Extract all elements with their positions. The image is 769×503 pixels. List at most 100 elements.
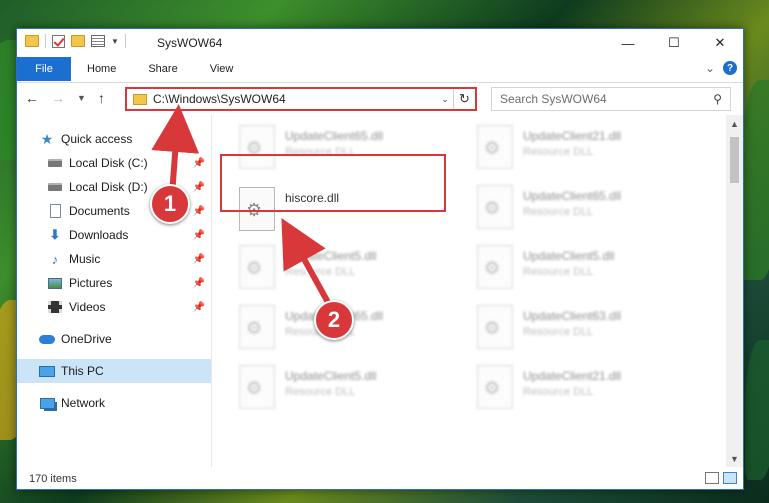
file-type: Resource DLL (285, 386, 356, 398)
properties-check-icon[interactable] (52, 34, 65, 48)
file-item[interactable]: UpdateClient21.dll Resource DLL (477, 125, 697, 177)
up-arrow-icon[interactable]: ↑ (98, 90, 105, 106)
item-count: 170 items (29, 472, 77, 485)
pin-icon[interactable]: 📌 (193, 182, 205, 193)
properties-icon[interactable] (91, 35, 105, 47)
tab-share[interactable]: Share (148, 63, 177, 75)
sidebar-item-label: Pictures (69, 276, 113, 290)
file-type: Resource DLL (523, 146, 594, 158)
refresh-icon[interactable]: ↻ (453, 89, 475, 109)
file-item[interactable]: UpdateClient5.dll Resource DLL (239, 365, 459, 417)
pin-icon[interactable]: 📌 (193, 278, 205, 289)
maximize-button[interactable]: ☐ (651, 29, 697, 57)
sidebar-item-pictures[interactable]: Pictures 📌 (17, 271, 211, 295)
documents-icon (47, 204, 63, 218)
sidebar-item-downloads[interactable]: ⬇ Downloads 📌 (17, 223, 211, 247)
sidebar-item-label: Local Disk (D:) (69, 180, 148, 194)
scroll-up-icon[interactable]: ▲ (726, 115, 743, 132)
file-item[interactable]: UpdateClient21.dll Resource DLL (477, 365, 697, 417)
background-leaf (740, 80, 769, 280)
sidebar-item-quick-access[interactable]: ★ Quick access (17, 127, 211, 151)
folder-icon[interactable] (25, 35, 39, 47)
file-item[interactable]: UpdateClient65.dll Resource DLL (477, 185, 697, 237)
explorer-window: ▼ SysWOW64 — ☐ ✕ File Home Share View ⌄ … (16, 28, 744, 490)
network-icon (39, 396, 55, 410)
close-button[interactable]: ✕ (697, 29, 743, 57)
help-icon[interactable]: ? (723, 61, 737, 75)
details-view-icon[interactable] (705, 472, 719, 484)
pin-icon[interactable]: 📌 (193, 206, 205, 217)
sidebar-item-label: Quick access (61, 132, 133, 146)
tab-file[interactable]: File (17, 57, 71, 81)
videos-icon (47, 300, 63, 314)
toolbar-divider (45, 34, 46, 48)
dll-file-icon (477, 185, 513, 229)
back-arrow-icon[interactable]: ← (25, 90, 39, 106)
file-item[interactable]: UpdateClient5.dll Resource DLL (239, 245, 459, 297)
sidebar-item-music[interactable]: ♪ Music 📌 (17, 247, 211, 271)
pin-icon[interactable]: 📌 (193, 254, 205, 265)
file-name: UpdateClient63.dll (523, 309, 622, 323)
scrollbar-thumb[interactable] (730, 137, 739, 183)
search-input[interactable]: Search SysWOW64 ⚲ (491, 87, 731, 111)
hiscore-highlight-box (220, 154, 446, 212)
vertical-scrollbar[interactable]: ▲ ▼ (726, 115, 743, 467)
minimize-button[interactable]: — (605, 29, 651, 57)
search-icon[interactable]: ⚲ (713, 92, 722, 106)
pin-icon[interactable]: 📌 (193, 158, 205, 169)
large-icons-view-icon[interactable] (723, 472, 737, 484)
this-pc-icon (39, 364, 55, 378)
new-folder-icon[interactable] (71, 35, 85, 47)
dll-file-icon (239, 305, 275, 349)
sidebar-item-this-pc[interactable]: This PC (17, 359, 211, 383)
sidebar-item-local-disk-c[interactable]: Local Disk (C:) 📌 (17, 151, 211, 175)
disk-icon (47, 180, 63, 194)
disk-icon (47, 156, 63, 170)
address-dropdown-chevron-icon[interactable]: ⌄ (437, 94, 453, 105)
pin-icon[interactable]: 📌 (193, 230, 205, 241)
sidebar-item-label: This PC (61, 364, 104, 378)
sidebar-item-onedrive[interactable]: OneDrive (17, 327, 211, 351)
sidebar-item-label: Documents (69, 204, 130, 218)
file-item[interactable]: UpdateClient63.dll Resource DLL (477, 305, 697, 357)
file-name: UpdateClient65.dll (523, 189, 622, 203)
file-item[interactable]: UpdateClient5.dll Resource DLL (477, 245, 697, 297)
sidebar-item-label: Local Disk (C:) (69, 156, 148, 170)
search-placeholder[interactable]: Search SysWOW64 (500, 92, 713, 106)
dll-file-icon (477, 125, 513, 169)
navigation-pane: ★ Quick access Local Disk (C:) 📌 Local D… (17, 115, 212, 467)
file-name: UpdateClient5.dll (285, 369, 377, 383)
forward-arrow-icon[interactable]: → (51, 90, 65, 106)
customize-toolbar-caret-icon[interactable]: ▼ (111, 37, 119, 46)
file-type: Resource DLL (523, 386, 594, 398)
toolbar-divider (124, 34, 126, 48)
navigation-bar: ← → ▼ ↑ C:\Windows\SysWOW64 ⌄ ↻ Search S… (17, 83, 743, 115)
pictures-icon (47, 276, 63, 290)
dll-file-icon (477, 245, 513, 289)
address-bar[interactable]: C:\Windows\SysWOW64 ⌄ ↻ (125, 87, 477, 111)
pin-icon[interactable]: 📌 (193, 302, 205, 313)
sidebar-item-network[interactable]: Network (17, 391, 211, 415)
file-name: UpdateClient5.dll (523, 249, 615, 263)
ribbon-tabs: File Home Share View ⌄ ? (17, 57, 743, 83)
address-path[interactable]: C:\Windows\SysWOW64 (153, 92, 437, 106)
recent-locations-chevron-icon[interactable]: ▼ (77, 93, 86, 103)
expand-ribbon-chevron-icon[interactable]: ⌄ (705, 61, 715, 75)
file-type: Resource DLL (285, 266, 356, 278)
file-name: UpdateClient21.dll (523, 129, 622, 143)
file-name: UpdateClient21.dll (523, 369, 622, 383)
file-type: Resource DLL (523, 206, 594, 218)
dll-file-icon (477, 365, 513, 409)
tab-home[interactable]: Home (87, 63, 116, 75)
scroll-down-icon[interactable]: ▼ (726, 450, 743, 467)
sidebar-item-videos[interactable]: Videos 📌 (17, 295, 211, 319)
step-2-badge: 2 (314, 300, 354, 340)
dll-file-icon (239, 365, 275, 409)
downloads-icon: ⬇ (49, 227, 61, 242)
tab-view[interactable]: View (210, 63, 234, 75)
sidebar-item-label: Music (69, 252, 101, 266)
background-leaf (745, 340, 769, 480)
star-icon: ★ (40, 130, 54, 147)
title-bar: ▼ SysWOW64 — ☐ ✕ (17, 29, 743, 57)
dll-file-icon (477, 305, 513, 349)
